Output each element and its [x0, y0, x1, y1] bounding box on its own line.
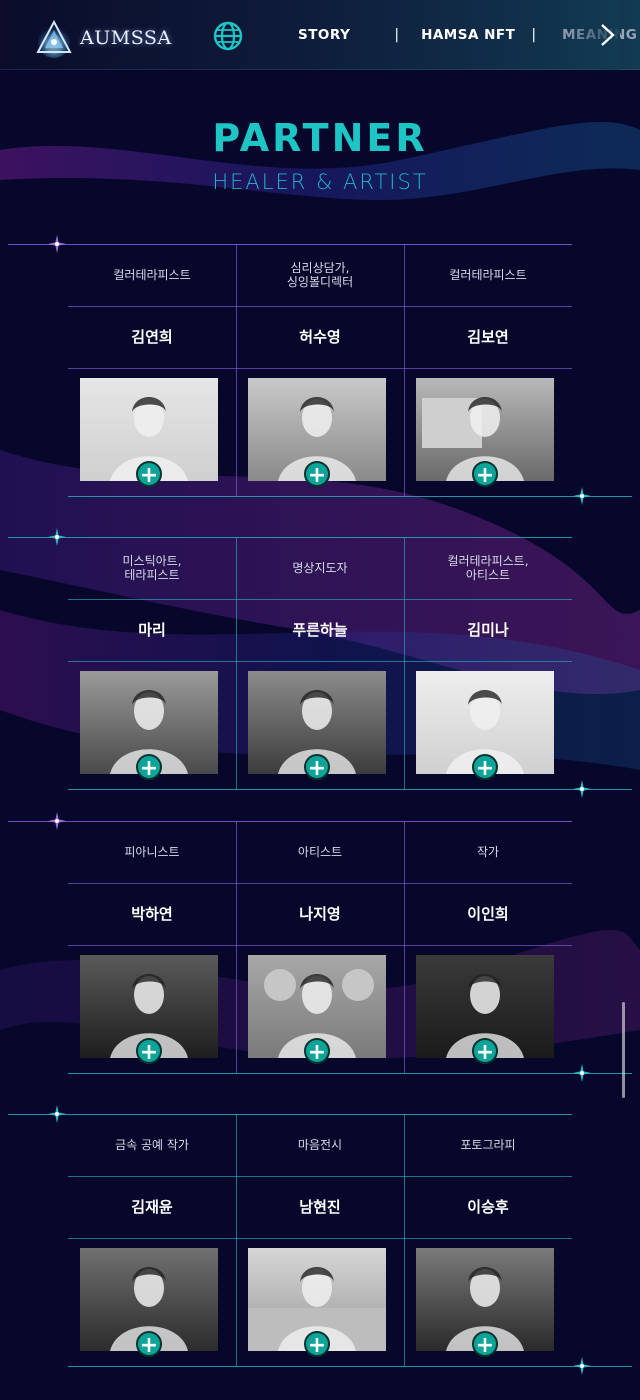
sparkle-icon — [573, 780, 591, 798]
grid-divider — [68, 368, 572, 369]
grid-divider — [68, 789, 632, 790]
partner-role: 컬러테라피스트, 아티스트 — [447, 554, 529, 582]
plus-icon[interactable]: + — [472, 461, 498, 488]
partner-role: 미스틱아트, 테라피스트 — [122, 554, 182, 582]
plus-icon[interactable]: + — [304, 1038, 330, 1065]
chevron-right-icon[interactable] — [598, 23, 618, 47]
nav-hamsa-nft[interactable]: HAMSA NFT — [421, 27, 515, 43]
grid-divider — [68, 1176, 572, 1177]
partner-name: 푸른하늘 — [292, 621, 348, 639]
grid-divider — [68, 661, 572, 662]
triangle-logo-icon — [36, 19, 72, 58]
partner-name: 박하연 — [131, 905, 173, 923]
sparkle-icon — [48, 235, 66, 253]
partner-role: 컬러테라피스트 — [113, 268, 191, 282]
partner-role: 금속 공예 작가 — [115, 1138, 189, 1152]
partner-name: 허수영 — [299, 328, 341, 346]
partner-group: 피아니스트박하연 + 아티스트나지영 + 작가이인희 + — [8, 812, 632, 1082]
plus-icon[interactable]: + — [136, 461, 162, 488]
partner-role: 컬러테라피스트 — [449, 268, 527, 282]
grid-divider — [68, 599, 572, 600]
partner-group: 미스틱아트, 테라피스트마리 + 명상지도자푸른하늘 + 컬러테라피스트, 아티스트김미… — [8, 528, 632, 798]
sparkle-icon — [573, 487, 591, 505]
partner-role: 포토그라피 — [460, 1138, 516, 1152]
partner-role: 피아니스트 — [124, 845, 180, 859]
partner-role: 작가 — [476, 845, 500, 859]
plus-icon[interactable]: + — [472, 1331, 498, 1358]
partner-name: 남현진 — [299, 1198, 341, 1216]
plus-icon[interactable]: + — [136, 1331, 162, 1358]
partner-role: 마음전시 — [297, 1138, 343, 1152]
plus-icon[interactable]: + — [304, 1331, 330, 1358]
partner-role: 심리상담가, 싱잉볼디렉터 — [286, 261, 354, 289]
sparkle-icon — [48, 812, 66, 830]
nav-story[interactable]: STORY — [298, 27, 350, 43]
globe-icon[interactable] — [212, 20, 244, 52]
grid-divider — [68, 945, 572, 946]
sparkle-icon — [48, 1105, 66, 1123]
plus-icon[interactable]: + — [136, 754, 162, 781]
partner-name: 김미나 — [467, 621, 509, 639]
grid-divider — [68, 883, 572, 884]
plus-icon[interactable]: + — [304, 461, 330, 488]
grid-divider — [68, 1073, 632, 1074]
plus-icon[interactable]: + — [472, 754, 498, 781]
grid-divider — [68, 306, 572, 307]
partner-name: 김연희 — [131, 328, 173, 346]
grid-divider — [68, 496, 632, 497]
partner-name: 이승후 — [467, 1198, 509, 1216]
partner-role: 명상지도자 — [292, 561, 348, 575]
page-subtitle: HEALER & ARTIST — [212, 170, 428, 194]
top-navigation-bar: AUMSSA STORY | HAMSA NFT | MEANING — [0, 0, 640, 70]
partner-name: 마리 — [138, 621, 166, 639]
plus-icon[interactable]: + — [472, 1038, 498, 1065]
partner-group: 컬러테라피스트김연희 + 심리상담가, 싱잉볼디렉터허수영 + 컬러테라피스트김보연 + — [8, 235, 632, 505]
logo-text: AUMSSA — [80, 27, 172, 49]
page-title: PARTNER — [212, 116, 428, 160]
partner-name: 이인희 — [467, 905, 509, 923]
partner-name: 김재윤 — [131, 1198, 173, 1216]
nav-separator: | — [394, 27, 400, 43]
sparkle-icon — [573, 1064, 591, 1082]
partner-role: 아티스트 — [297, 845, 343, 859]
nav-separator: | — [531, 27, 537, 43]
sparkle-icon — [48, 528, 66, 546]
scrollbar[interactable] — [622, 1002, 625, 1098]
plus-icon[interactable]: + — [304, 754, 330, 781]
grid-divider — [68, 1238, 572, 1239]
partner-group: 금속 공예 작가김재윤 + 마음전시남현진 + 포토그라피이승후 + — [8, 1105, 632, 1375]
grid-divider — [68, 1366, 632, 1367]
partner-name: 나지영 — [299, 905, 341, 923]
plus-icon[interactable]: + — [136, 1038, 162, 1065]
logo[interactable]: AUMSSA — [34, 16, 184, 60]
partner-name: 김보연 — [467, 328, 509, 346]
sparkle-icon — [573, 1357, 591, 1375]
